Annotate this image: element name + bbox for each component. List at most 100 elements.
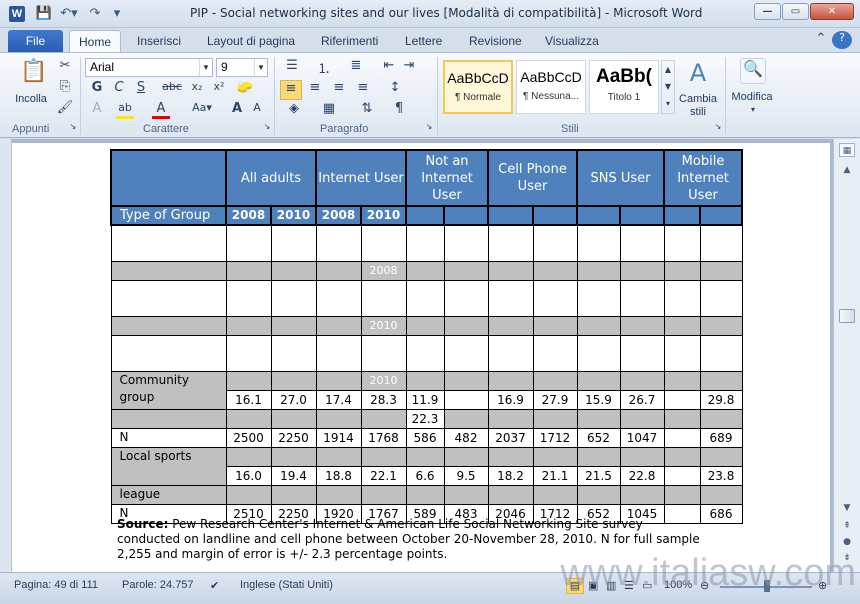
cell: 21.1 [532, 465, 578, 486]
word-count[interactable]: Parole: 24.757 [122, 579, 194, 591]
style-normal[interactable]: AaBbCcD ¶ Normale [443, 60, 513, 114]
cell: 1047 [619, 427, 665, 448]
align-right-icon[interactable]: ≡ [330, 80, 348, 98]
cell-extra: 22.3 [405, 408, 445, 429]
cell: 586 [405, 427, 445, 448]
font-size-select[interactable]: 9 ▼ [216, 58, 268, 77]
bold-icon[interactable]: G [88, 80, 106, 98]
change-styles-icon[interactable]: A [684, 59, 712, 89]
superscript-icon[interactable]: x² [210, 80, 228, 98]
grow-font-icon[interactable]: A [228, 101, 246, 119]
align-center-icon[interactable]: ≡ [306, 80, 324, 98]
tab-home[interactable]: Home [69, 30, 122, 52]
year-2008: 2008 [315, 205, 362, 226]
cut-icon[interactable]: ✂ [56, 58, 74, 76]
cell: 6.6 [405, 465, 445, 486]
redo-icon[interactable]: ↷ [86, 5, 104, 23]
watermark: www.italiasw.com [560, 552, 856, 594]
cell [443, 389, 489, 410]
text-effects-icon[interactable]: A [88, 101, 106, 119]
help-icon[interactable]: ? [832, 31, 852, 49]
decrease-indent-icon[interactable]: ⇤ [380, 58, 398, 76]
ruler-toggle-icon[interactable]: ▦ [839, 143, 855, 157]
page-count[interactable]: Pagina: 49 di 111 [14, 579, 98, 591]
window-title: PIP - Social networking sites and our li… [190, 6, 703, 20]
bullets-icon[interactable]: ☰ [283, 58, 301, 76]
minimize-button[interactable]: — [754, 3, 781, 20]
document-area[interactable]: All adults Internet User Not an Internet… [0, 139, 833, 572]
scroll-thumb[interactable] [839, 309, 855, 323]
close-button[interactable]: ✕ [810, 3, 854, 20]
cell: 11.9 [405, 389, 445, 410]
find-icon[interactable]: 🔍 [740, 58, 766, 84]
show-marks-icon[interactable]: ¶ [390, 101, 408, 119]
word-app-icon[interactable]: W [9, 6, 25, 22]
tab-visualizza[interactable]: Visualizza [536, 30, 608, 52]
header-blank [110, 149, 227, 207]
styles-scroll-icon[interactable]: ▲ ▼ ▾ [661, 60, 675, 114]
language[interactable]: Inglese (Stati Uniti) [240, 579, 333, 591]
cell [663, 427, 701, 448]
clear-format-icon[interactable]: 🧽 [236, 80, 254, 98]
cell: 16.1 [225, 389, 272, 410]
cell: 27.9 [532, 389, 578, 410]
italic-icon[interactable]: C [110, 80, 128, 98]
vertical-scrollbar[interactable]: ▦ ▲ ▼ ⇞ ● ⇟ [833, 139, 860, 572]
multilevel-list-icon[interactable]: ≣ [347, 58, 365, 76]
previous-page-icon[interactable]: ⇞ [839, 519, 855, 533]
ghost-year: 2008 [360, 260, 407, 281]
line-spacing-icon[interactable]: ↕ [386, 80, 404, 98]
font-color-icon[interactable]: A [152, 101, 170, 119]
cell: 22.1 [360, 465, 407, 486]
editing-button[interactable]: Modifica [728, 91, 776, 103]
scroll-up-icon[interactable]: ▲ [839, 163, 855, 177]
format-painter-icon[interactable]: 🖌 [56, 100, 74, 118]
cell: 1712 [532, 427, 578, 448]
save-icon[interactable]: 💾 [34, 5, 54, 23]
change-styles-button[interactable]: Cambia stili [676, 93, 720, 119]
tab-inserisci[interactable]: Inserisci [128, 30, 190, 52]
undo-icon[interactable]: ↶▾ [58, 5, 80, 23]
style-heading-1[interactable]: AaBb( Titolo 1 [589, 60, 659, 114]
cell [663, 389, 701, 410]
document-page[interactable]: All adults Internet User Not an Internet… [12, 143, 830, 572]
tab-lettere[interactable]: Lettere [396, 30, 451, 52]
tab-layout[interactable]: Layout di pagina [198, 30, 304, 52]
borders-icon[interactable]: ▦ [320, 101, 338, 119]
browse-object-icon[interactable]: ● [839, 535, 855, 549]
cell: 18.8 [315, 465, 362, 486]
underline-icon[interactable]: S [132, 80, 150, 98]
proofing-icon[interactable]: ✔ [210, 579, 219, 592]
maximize-button[interactable]: ▭ [782, 3, 809, 20]
shrink-font-icon[interactable]: A [248, 101, 266, 119]
increase-indent-icon[interactable]: ⇥ [400, 58, 418, 76]
highlight-icon[interactable]: ab [116, 101, 134, 119]
paste-button[interactable]: Incolla [11, 93, 51, 105]
collapse-ribbon-icon[interactable]: ⌃ [812, 31, 830, 49]
cell: 15.9 [576, 389, 621, 410]
strikethrough-icon[interactable]: abc [160, 80, 184, 98]
justify-icon[interactable]: ≡ [354, 80, 372, 98]
tab-riferimenti[interactable]: Riferimenti [312, 30, 387, 52]
paragraph-dialog-launcher-icon[interactable]: ↘ [420, 122, 438, 140]
paste-icon[interactable]: 📋 [20, 59, 48, 89]
style-no-spacing[interactable]: AaBbCcD ¶ Nessuna... [516, 60, 586, 114]
copy-icon[interactable]: ⎘ [56, 79, 74, 97]
font-name-select[interactable]: Arial ▼ [85, 58, 213, 77]
sort-icon[interactable]: ⇅ [358, 101, 376, 119]
customize-icon[interactable]: ▾ [110, 5, 124, 23]
header-not-internet-user: Not an Internet User [405, 149, 489, 207]
tab-revisione[interactable]: Revisione [460, 30, 531, 52]
cell: 22.8 [619, 465, 665, 486]
scroll-down-icon[interactable]: ▼ [839, 501, 855, 515]
cell: 27.0 [270, 389, 317, 410]
tab-file[interactable]: File [8, 30, 63, 52]
shading-icon[interactable]: ◈ [285, 101, 303, 119]
subscript-icon[interactable]: x₂ [188, 80, 206, 98]
cell: 28.3 [360, 389, 407, 410]
ghost-year: 2010 [360, 315, 407, 336]
numbering-icon[interactable]: ⒈ [315, 58, 333, 77]
change-case-icon[interactable]: Aa▾ [190, 101, 214, 119]
cell: 689 [699, 427, 743, 448]
align-left-icon[interactable]: ≡ [280, 80, 302, 100]
